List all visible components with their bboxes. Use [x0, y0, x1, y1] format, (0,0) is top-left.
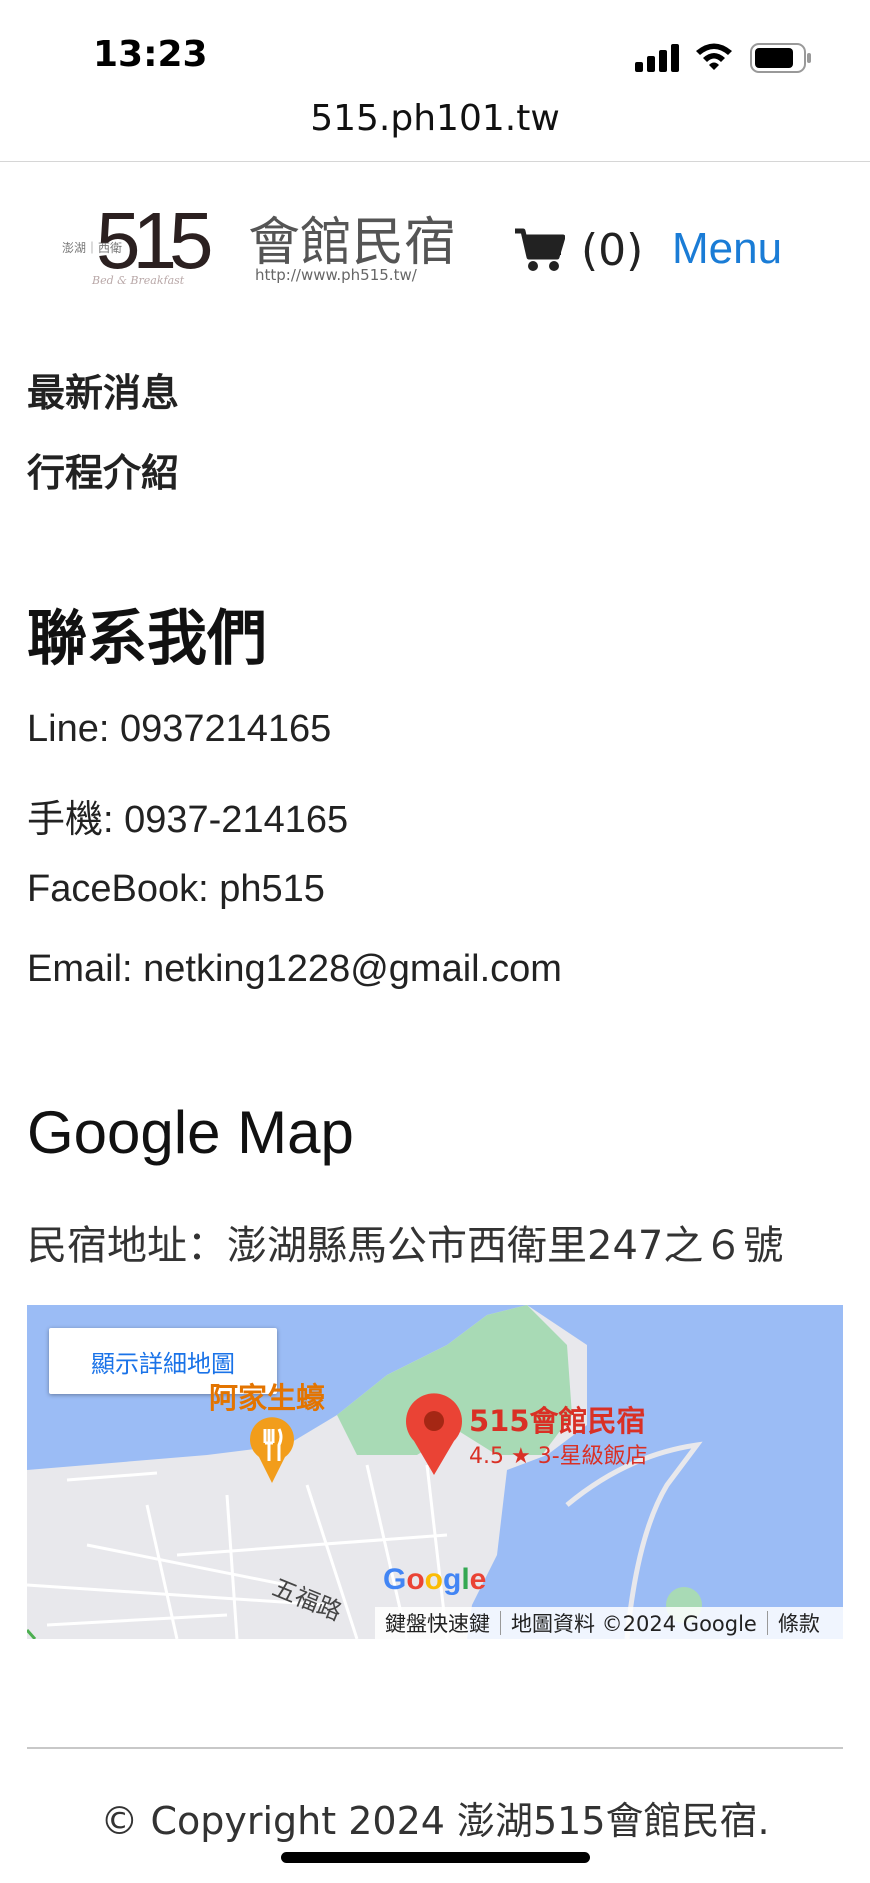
wifi-icon [696, 43, 732, 70]
map-data-attribution: 地圖資料 ©2024 Google [511, 1612, 757, 1636]
keyboard-shortcuts-link[interactable]: 鍵盤快速鍵 [375, 1608, 500, 1638]
cart-button[interactable]: (0) [513, 220, 643, 280]
site-header: 澎湖｜西衛 515 會館民宿 http://www.ph515.tw/ Bed … [0, 162, 870, 332]
site-logo[interactable]: 澎湖｜西衛 515 會館民宿 http://www.ph515.tw/ Bed … [60, 184, 465, 284]
shopping-cart-icon [515, 228, 565, 271]
menu-button[interactable]: Menu [672, 224, 782, 274]
contact-email: Email: netking1228@gmail.com [27, 948, 562, 990]
copyright-text: © Copyright 2024 澎湖515會館民宿. [100, 1799, 770, 1843]
embedded-google-map[interactable]: 顯示詳細地圖 阿家生蠔 515會館民宿 4.5 ★ 3-星級飯店 五福路 Goo… [27, 1305, 843, 1639]
cellular-signal-icon [635, 44, 681, 72]
nav-item-itinerary[interactable]: 行程介紹 [27, 442, 179, 497]
location-pin-icon[interactable] [404, 1393, 464, 1477]
poi-label[interactable]: 阿家生蠔 [209, 1375, 325, 1417]
address-bar[interactable]: 515.ph101.tw [0, 98, 870, 139]
svg-text:http://www.ph515.tw/: http://www.ph515.tw/ [255, 266, 418, 284]
nav-item-news[interactable]: 最新消息 [27, 362, 179, 417]
map-section-title: Google Map [27, 1099, 354, 1166]
place-name-label[interactable]: 515會館民宿 [469, 1398, 646, 1440]
google-watermark: Google [383, 1563, 487, 1596]
svg-text:會館民宿: 會館民宿 [248, 213, 456, 273]
status-bar: 13:23 [0, 0, 870, 110]
terms-link[interactable]: 條款 [768, 1608, 830, 1638]
map-footer: 鍵盤快速鍵 地圖資料 ©2024 Google 條款 [375, 1607, 843, 1639]
contact-facebook: FaceBook: ph515 [27, 868, 325, 910]
home-indicator[interactable] [281, 1852, 590, 1863]
address-text: 民宿地址：澎湖縣馬公市西衛里247之６號 [27, 1223, 784, 1269]
place-rating-label: 4.5 ★ 3-星級飯店 [469, 1444, 648, 1469]
footer-divider [27, 1747, 843, 1749]
battery-icon [750, 43, 811, 73]
contact-line-id: Line: 0937214165 [27, 708, 332, 750]
contact-phone: 手機: 0937-214165 [27, 799, 349, 841]
contact-title: 聯系我們 [27, 604, 267, 674]
status-time: 13:23 [93, 34, 208, 75]
cart-count: (0) [581, 224, 644, 276]
restaurant-pin-icon[interactable] [247, 1415, 297, 1485]
svg-text:515: 515 [96, 196, 211, 284]
svg-text:Bed & Breakfast: Bed & Breakfast [91, 274, 185, 284]
